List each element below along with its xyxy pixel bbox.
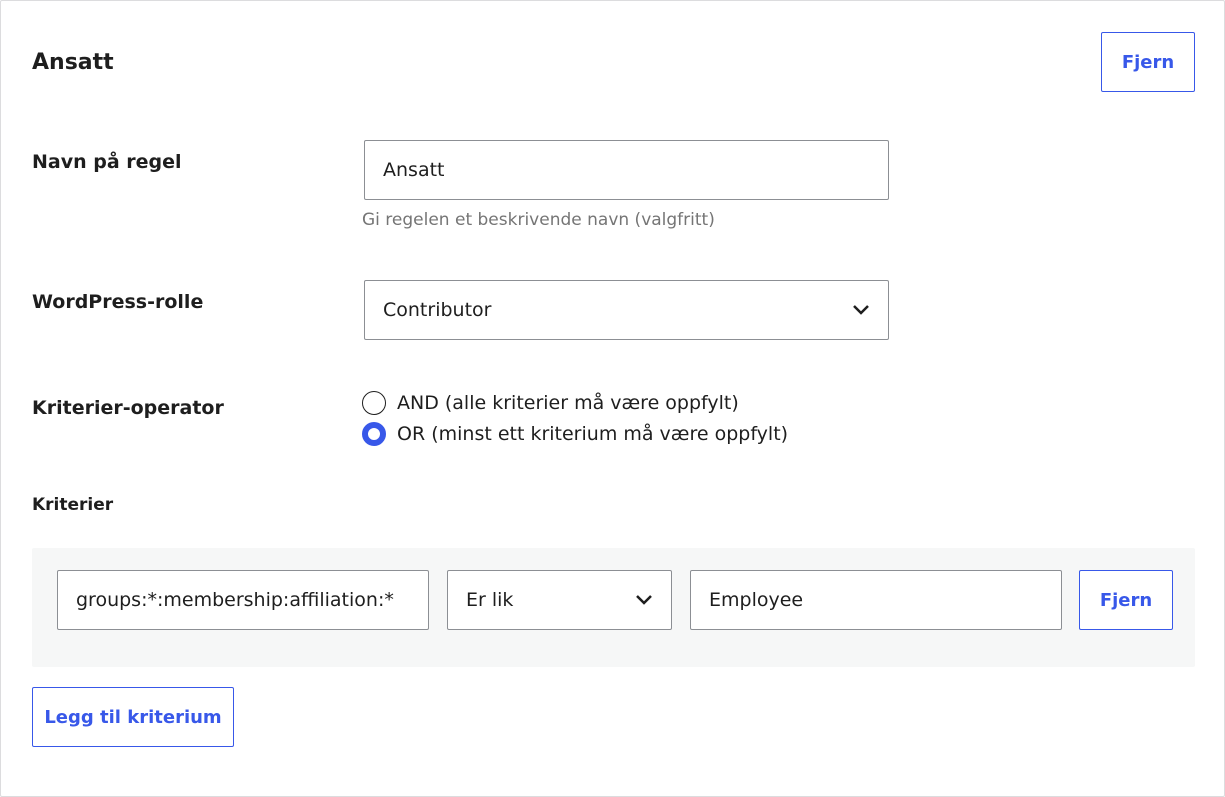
- chevron-down-icon: [636, 595, 652, 605]
- criterion-comparator-value: Er lik: [466, 589, 514, 611]
- role-select[interactable]: Contributor: [364, 280, 889, 340]
- criterion-value: Employee: [709, 589, 804, 611]
- remove-criterion-button[interactable]: Fjern: [1079, 570, 1173, 630]
- radio-or[interactable]: [362, 422, 386, 446]
- add-criterion-button[interactable]: Legg til kriterium: [32, 687, 234, 747]
- role-label: WordPress-rolle: [32, 291, 204, 313]
- criterion-comparator-select[interactable]: Er lik: [447, 570, 672, 630]
- criterion-attribute-value: groups:*:membership:affiliation:*: [76, 589, 394, 611]
- operator-option-and-label: AND (alle kriterier må være oppfylt): [397, 392, 739, 414]
- rule-name-help: Gi regelen et beskrivende navn (valgfrit…: [362, 210, 715, 230]
- operator-option-and[interactable]: AND (alle kriterier må være oppfylt): [362, 391, 739, 415]
- rule-name-value: Ansatt: [383, 159, 445, 181]
- role-select-value: Contributor: [383, 299, 492, 321]
- rule-title: Ansatt: [32, 50, 114, 75]
- criterion-value-input[interactable]: Employee: [690, 570, 1062, 630]
- operator-label: Kriterier-operator: [32, 397, 224, 419]
- rule-name-label: Navn på regel: [32, 151, 182, 173]
- rule-card: Ansatt Fjern Navn på regel Ansatt Gi reg…: [0, 0, 1225, 797]
- criteria-label: Kriterier: [32, 495, 114, 515]
- remove-rule-button[interactable]: Fjern: [1101, 32, 1195, 92]
- operator-option-or[interactable]: OR (minst ett kriterium må være oppfylt): [362, 422, 788, 446]
- radio-and[interactable]: [362, 391, 386, 415]
- operator-option-or-label: OR (minst ett kriterium må være oppfylt): [397, 423, 789, 445]
- rule-name-input[interactable]: Ansatt: [364, 140, 889, 200]
- criterion-attribute-input[interactable]: groups:*:membership:affiliation:*: [57, 570, 429, 630]
- chevron-down-icon: [853, 305, 869, 315]
